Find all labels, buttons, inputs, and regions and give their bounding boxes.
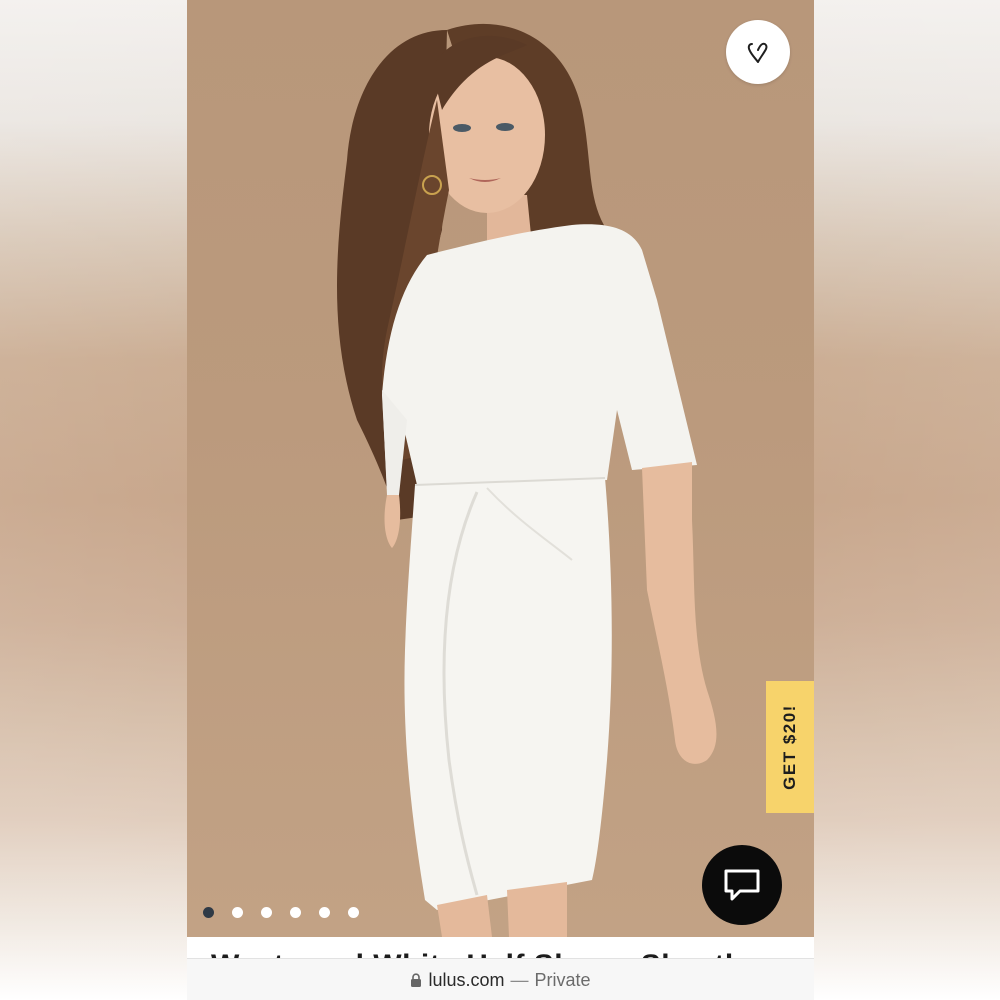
carousel-dot-2[interactable] bbox=[232, 907, 243, 918]
mobile-browser-screen: GET $20! Westwood White Half Sleeve Shea… bbox=[187, 0, 814, 1000]
heart-outline-icon bbox=[747, 42, 768, 63]
image-carousel-dots bbox=[203, 907, 359, 918]
lock-icon bbox=[411, 972, 422, 987]
carousel-dot-5[interactable] bbox=[319, 907, 330, 918]
carousel-dot-3[interactable] bbox=[261, 907, 272, 918]
get-20-promo-tab[interactable]: GET $20! bbox=[766, 681, 814, 813]
url-domain: lulus.com bbox=[428, 969, 505, 990]
chat-bubble-icon bbox=[724, 869, 760, 901]
private-mode-label: Private bbox=[534, 969, 591, 990]
browser-url-bar[interactable]: lulus.com — Private bbox=[187, 958, 814, 1000]
carousel-dot-6[interactable] bbox=[348, 907, 359, 918]
product-image[interactable]: GET $20! bbox=[187, 0, 814, 937]
url-separator: — bbox=[510, 969, 529, 990]
chat-button[interactable] bbox=[702, 845, 782, 925]
product-photo-illustration bbox=[337, 23, 717, 937]
carousel-dot-1[interactable] bbox=[203, 907, 214, 918]
carousel-dot-4[interactable] bbox=[290, 907, 301, 918]
favorite-button[interactable] bbox=[726, 20, 790, 84]
promo-label: GET $20! bbox=[780, 704, 800, 790]
